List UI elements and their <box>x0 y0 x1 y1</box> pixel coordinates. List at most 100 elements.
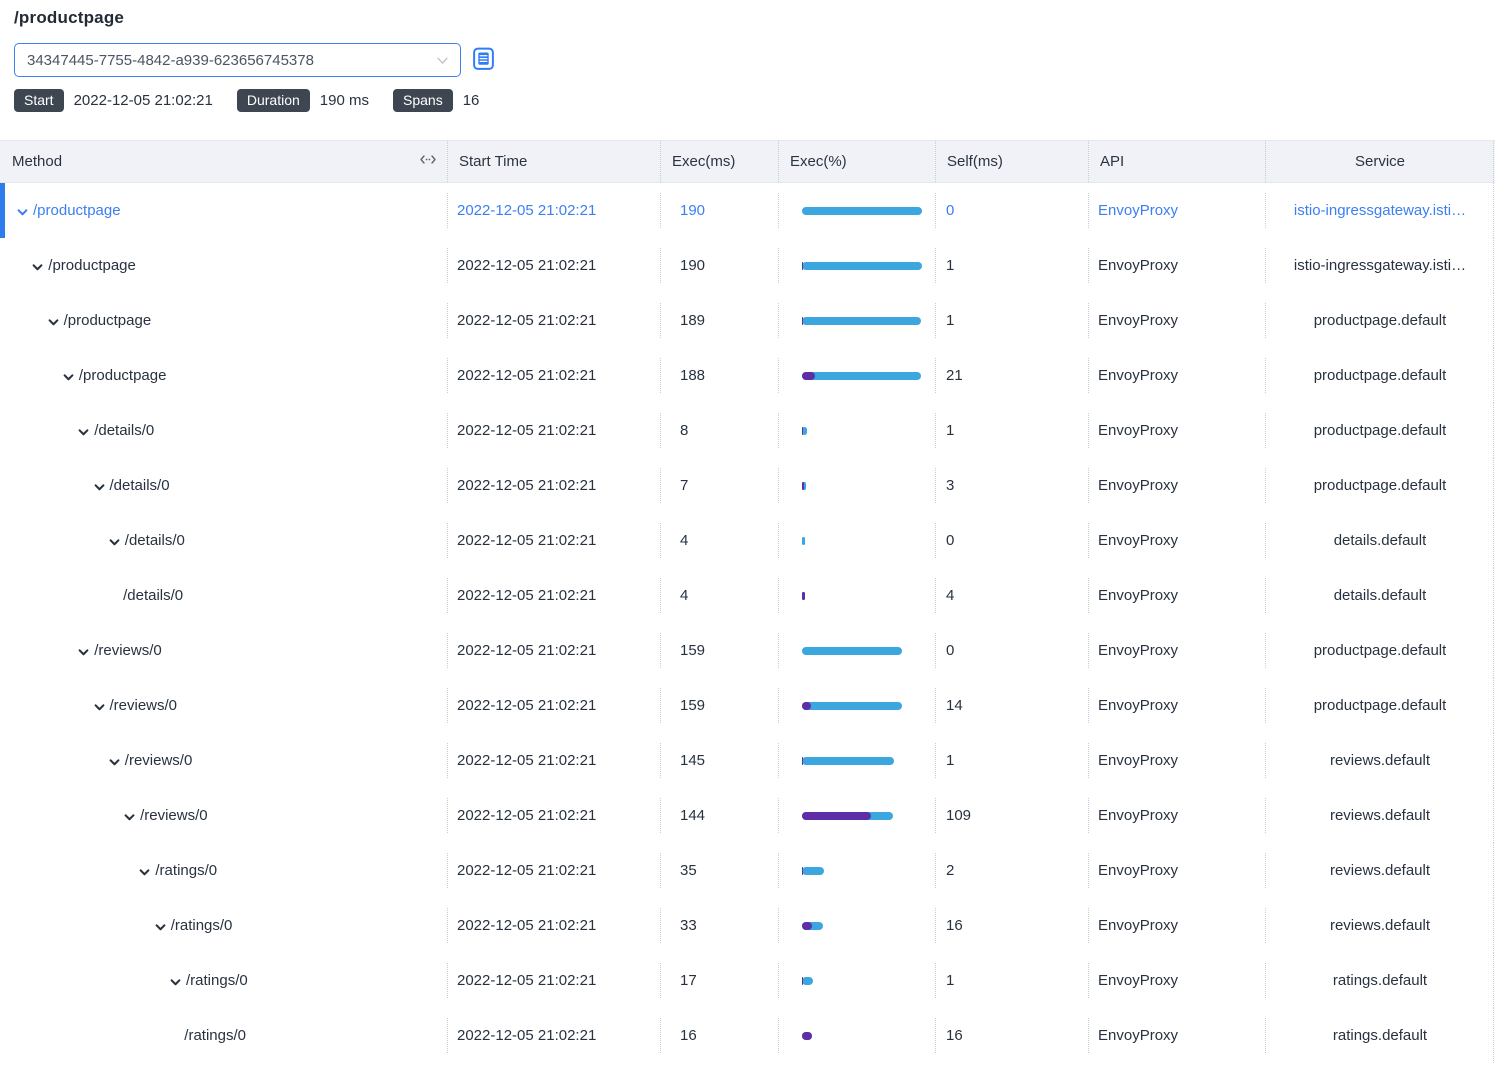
exec-percent-cell <box>778 788 935 843</box>
span-row[interactable]: /ratings/02022-12-05 21:02:211616EnvoyPr… <box>0 1008 1495 1063</box>
trace-id-select[interactable]: 34347445-7755-4842-a939-623656745378 <box>14 43 461 77</box>
service-cell: productpage.default <box>1265 348 1495 403</box>
api-cell: EnvoyProxy <box>1088 238 1265 293</box>
span-row[interactable]: /productpage2022-12-05 21:02:2118821Envo… <box>0 348 1495 403</box>
api-cell: EnvoyProxy <box>1088 183 1265 238</box>
service-label: productpage.default <box>1314 642 1447 659</box>
span-row[interactable]: /productpage2022-12-05 21:02:211891Envoy… <box>0 293 1495 348</box>
span-row[interactable]: /productpage2022-12-05 21:02:211901Envoy… <box>0 238 1495 293</box>
method-label: /details/0 <box>123 587 183 604</box>
span-row[interactable]: /reviews/02022-12-05 21:02:21144109Envoy… <box>0 788 1495 843</box>
method-cell: /productpage <box>0 238 447 293</box>
span-row[interactable]: /ratings/02022-12-05 21:02:213316EnvoyPr… <box>0 898 1495 953</box>
method-label: /ratings/0 <box>186 972 248 989</box>
document-list-icon <box>471 46 496 74</box>
method-cell: /productpage <box>0 348 447 403</box>
span-table: Method Start Time Exec(ms) Exec(%) Self(… <box>0 140 1495 1063</box>
start-time-cell: 2022-12-05 21:02:21 <box>447 1008 660 1063</box>
span-row[interactable]: /ratings/02022-12-05 21:02:21352EnvoyPro… <box>0 843 1495 898</box>
service-cell: reviews.default <box>1265 898 1495 953</box>
start-time-cell: 2022-12-05 21:02:21 <box>447 898 660 953</box>
start-time-cell: 2022-12-05 21:02:21 <box>447 733 660 788</box>
span-row[interactable]: /productpage2022-12-05 21:02:211900Envoy… <box>0 183 1495 238</box>
exec-percent-bar <box>802 372 921 380</box>
chevron-down-icon[interactable] <box>108 756 121 769</box>
exec-percent-bar <box>802 482 806 490</box>
exec-percent-bar <box>802 207 922 215</box>
exec-ms-cell: 4 <box>660 568 778 623</box>
exec-percent-cell <box>778 843 935 898</box>
trace-summary: Start 2022-12-05 21:02:21 Duration 190 m… <box>14 89 1495 112</box>
method-cell: /details/0 <box>0 458 447 513</box>
exec-ms-cell: 4 <box>660 513 778 568</box>
api-cell: EnvoyProxy <box>1088 788 1265 843</box>
method-cell: /details/0 <box>0 568 447 623</box>
service-label: reviews.default <box>1330 752 1430 769</box>
trace-list-button[interactable] <box>471 46 496 74</box>
span-row[interactable]: /reviews/02022-12-05 21:02:2115914EnvoyP… <box>0 678 1495 733</box>
chevron-down-icon[interactable] <box>169 976 182 989</box>
start-time-cell: 2022-12-05 21:02:21 <box>447 953 660 1008</box>
self-ms-cell: 1 <box>935 403 1088 458</box>
service-cell: ratings.default <box>1265 953 1495 1008</box>
method-cell: /productpage <box>0 293 447 348</box>
span-row[interactable]: /reviews/02022-12-05 21:02:211451EnvoyPr… <box>0 733 1495 788</box>
service-cell: reviews.default <box>1265 843 1495 898</box>
self-ms-cell: 0 <box>935 513 1088 568</box>
chevron-down-icon[interactable] <box>62 371 75 384</box>
exec-percent-bar <box>802 757 894 765</box>
self-time-bar-segment <box>802 702 811 710</box>
chevron-down-icon[interactable] <box>154 921 167 934</box>
column-resize-icon[interactable] <box>419 153 437 170</box>
column-header-method: Method <box>0 141 447 182</box>
chevron-down-icon[interactable] <box>16 206 29 219</box>
exec-percent-cell <box>778 733 935 788</box>
self-ms-cell: 1 <box>935 293 1088 348</box>
api-cell: EnvoyProxy <box>1088 513 1265 568</box>
chevron-down-icon[interactable] <box>47 316 60 329</box>
method-label: /details/0 <box>125 532 185 549</box>
method-cell: /ratings/0 <box>0 843 447 898</box>
chevron-down-icon[interactable] <box>108 536 121 549</box>
self-time-bar-segment <box>802 317 803 325</box>
span-row[interactable]: /details/02022-12-05 21:02:2140EnvoyProx… <box>0 513 1495 568</box>
service-label: ratings.default <box>1333 972 1427 989</box>
method-label: /details/0 <box>110 477 170 494</box>
method-label: /productpage <box>48 257 136 274</box>
self-time-bar-segment <box>802 372 815 380</box>
chevron-down-icon[interactable] <box>123 811 136 824</box>
service-label: productpage.default <box>1314 312 1447 329</box>
spans-label-badge: Spans <box>393 89 453 112</box>
chevron-down-icon[interactable] <box>77 646 90 659</box>
chevron-down-icon[interactable] <box>93 481 106 494</box>
start-time-cell: 2022-12-05 21:02:21 <box>447 788 660 843</box>
span-row[interactable]: /details/02022-12-05 21:02:2181EnvoyProx… <box>0 403 1495 458</box>
service-cell: reviews.default <box>1265 788 1495 843</box>
api-cell: EnvoyProxy <box>1088 458 1265 513</box>
span-row[interactable]: /reviews/02022-12-05 21:02:211590EnvoyPr… <box>0 623 1495 678</box>
method-cell: /details/0 <box>0 403 447 458</box>
page-title: /productpage <box>14 8 1495 28</box>
chevron-down-icon[interactable] <box>93 701 106 714</box>
exec-ms-cell: 8 <box>660 403 778 458</box>
method-cell: /productpage <box>0 183 447 238</box>
span-row[interactable]: /details/02022-12-05 21:02:2144EnvoyProx… <box>0 568 1495 623</box>
spans-count-value: 16 <box>463 92 480 109</box>
chevron-down-icon[interactable] <box>77 426 90 439</box>
exec-percent-bar <box>802 647 902 655</box>
exec-ms-cell: 16 <box>660 1008 778 1063</box>
self-ms-cell: 109 <box>935 788 1088 843</box>
method-cell: /reviews/0 <box>0 733 447 788</box>
chevron-down-icon[interactable] <box>31 261 44 274</box>
service-label: ratings.default <box>1333 1027 1427 1044</box>
self-ms-cell: 1 <box>935 733 1088 788</box>
service-cell: productpage.default <box>1265 403 1495 458</box>
method-label: /ratings/0 <box>171 917 233 934</box>
exec-ms-cell: 189 <box>660 293 778 348</box>
span-row[interactable]: /details/02022-12-05 21:02:2173EnvoyProx… <box>0 458 1495 513</box>
method-cell: /ratings/0 <box>0 953 447 1008</box>
exec-ms-cell: 159 <box>660 623 778 678</box>
chevron-down-icon[interactable] <box>138 866 151 879</box>
api-cell: EnvoyProxy <box>1088 623 1265 678</box>
span-row[interactable]: /ratings/02022-12-05 21:02:21171EnvoyPro… <box>0 953 1495 1008</box>
